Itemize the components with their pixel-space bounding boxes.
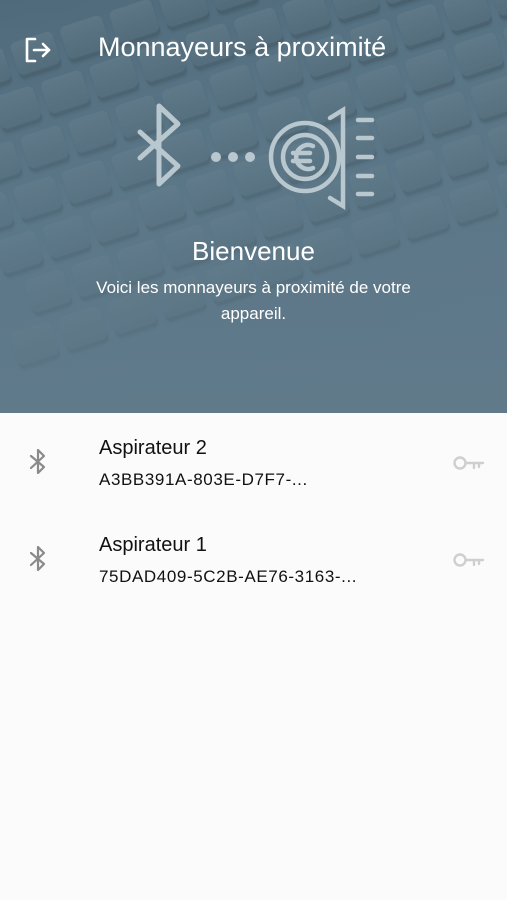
- key-icon[interactable]: [453, 551, 485, 569]
- device-id: 75DAD409-5C2B-AE76-3163-...: [99, 567, 358, 586]
- top-bar: Monnayeurs à proximité: [0, 20, 507, 76]
- key-icon[interactable]: [453, 454, 485, 472]
- logout-icon: [25, 37, 51, 63]
- device-id: A3BB391A-803E-D7F7-...: [99, 470, 308, 489]
- device-list: Aspirateur 2 A3BB391A-803E-D7F7-... Aspi…: [0, 413, 507, 607]
- euro-coin-machine-icon: [268, 105, 375, 211]
- list-item[interactable]: Aspirateur 1 75DAD409-5C2B-AE76-3163-...: [0, 510, 507, 607]
- bluetooth-icon: [29, 448, 46, 475]
- device-name: Aspirateur 2: [99, 437, 207, 459]
- welcome-subtitle: Voici les monnayeurs à proximité de votr…: [96, 278, 411, 323]
- bluetooth-icon: [29, 545, 46, 572]
- list-item[interactable]: Aspirateur 2 A3BB391A-803E-D7F7-...: [0, 413, 507, 510]
- illustration: [137, 103, 375, 211]
- dots-icon: [211, 152, 255, 162]
- bluetooth-icon: [137, 103, 181, 187]
- logout-button[interactable]: [18, 30, 58, 70]
- page-title: Monnayeurs à proximité: [98, 32, 387, 62]
- hero-banner: Monnayeurs à proximité Bienvenue Voici l…: [0, 0, 507, 413]
- welcome-heading: Bienvenue: [192, 236, 315, 266]
- device-name: Aspirateur 1: [99, 534, 207, 556]
